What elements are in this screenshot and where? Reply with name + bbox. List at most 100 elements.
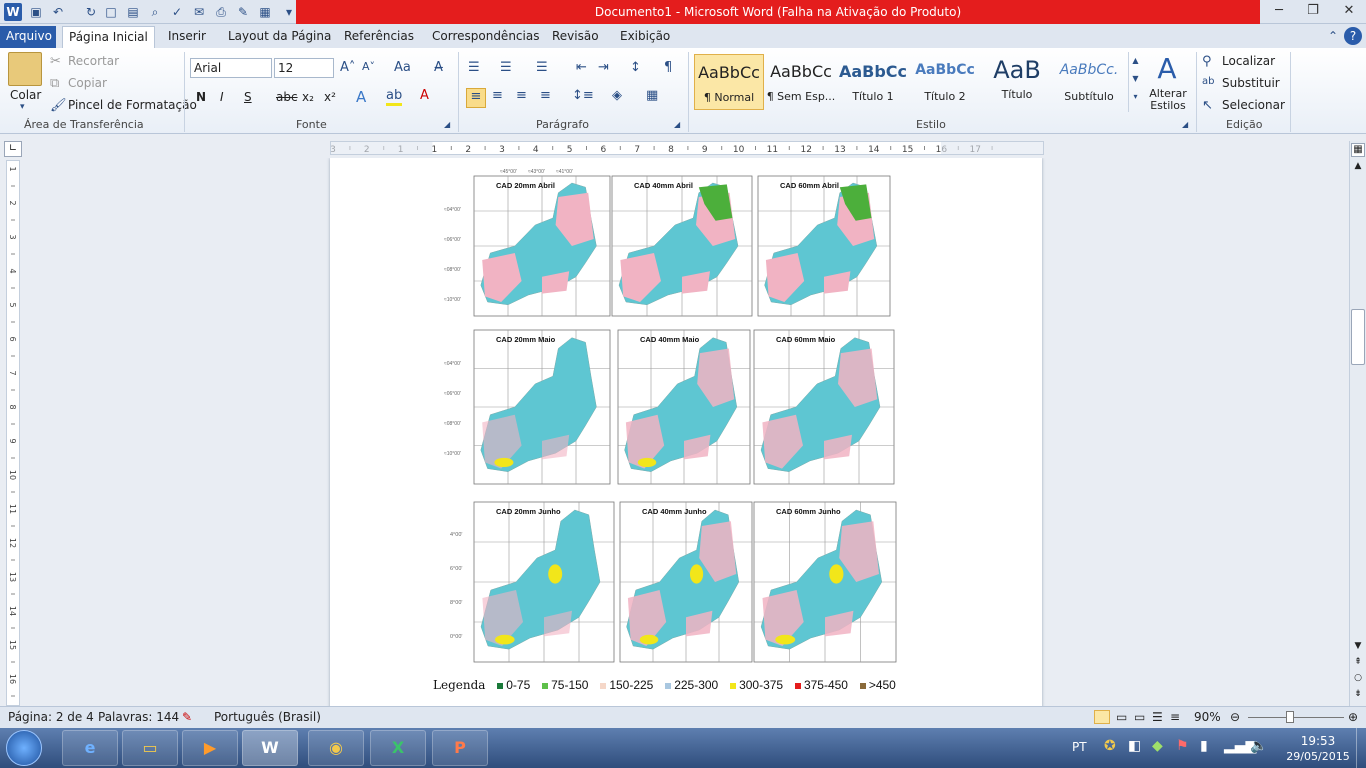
align-right-icon[interactable]: ≡ xyxy=(516,88,527,103)
shrink-font-icon[interactable]: A˅ xyxy=(362,60,375,73)
scroll-up-icon[interactable]: ▲ xyxy=(1351,161,1365,175)
decrease-indent-icon[interactable]: ⇤ xyxy=(576,60,587,75)
vertical-ruler[interactable]: 1 2 3 4 5 6 7 8 9 10 11 12 13 14 15 16 xyxy=(6,160,20,706)
spelling-icon[interactable]: ✓ xyxy=(168,3,186,21)
tab-review[interactable]: Revisão xyxy=(546,26,605,48)
tab-mailings[interactable]: Correspondências xyxy=(426,26,545,48)
show-marks-icon[interactable]: ¶ xyxy=(664,60,672,75)
align-center-icon[interactable]: ≡ xyxy=(492,88,503,103)
clear-formatting-icon[interactable]: A̶ xyxy=(434,60,443,75)
word-app-icon[interactable]: W xyxy=(4,3,22,21)
tab-view[interactable]: Exibição xyxy=(614,26,676,48)
style-normal[interactable]: AaBbCc ¶ Normal xyxy=(694,54,764,110)
line-spacing-icon[interactable]: ↕≡ xyxy=(572,88,594,103)
replace-button[interactable]: Substituir xyxy=(1222,76,1280,90)
document-area[interactable]: CAD 20mm Abril CAD 40mm Abril CAD 60mm Abr… xyxy=(22,158,1348,706)
strikethrough-button[interactable]: abc xyxy=(276,90,298,104)
collapse-ribbon-icon[interactable]: ⌃ xyxy=(1322,26,1344,48)
tray-notification-icon[interactable]: ✪ xyxy=(1104,738,1116,754)
input-language[interactable]: PT xyxy=(1072,740,1087,754)
email-icon[interactable]: ✉ xyxy=(190,3,208,21)
page-count[interactable]: Página: 2 de 4 xyxy=(8,710,94,724)
tab-file[interactable]: Arquivo xyxy=(0,26,56,48)
increase-indent-icon[interactable]: ⇥ xyxy=(598,60,609,75)
outline-icon[interactable]: ☰ xyxy=(1152,710,1163,724)
view-ruler-icon[interactable]: ▦ xyxy=(1351,143,1365,157)
font-color-icon[interactable]: A xyxy=(420,88,429,103)
font-dialog-launcher-icon[interactable]: ◢ xyxy=(444,120,450,129)
change-styles-button[interactable]: Alterar Estilos xyxy=(1148,88,1188,112)
find-button[interactable]: Localizar xyxy=(1222,54,1275,68)
new-document-icon[interactable]: □ xyxy=(102,3,120,21)
insert-picture-icon[interactable]: ▦ xyxy=(256,3,274,21)
styles-dialog-launcher-icon[interactable]: ◢ xyxy=(1182,120,1188,129)
volume-icon[interactable]: 🔈 xyxy=(1250,738,1267,754)
style-subtitle[interactable]: AaBbCc. Subtítulo xyxy=(1054,54,1124,110)
justify-icon[interactable]: ≡ xyxy=(540,88,551,103)
align-left-icon[interactable]: ≡ xyxy=(466,88,486,108)
print-preview-icon[interactable]: ⌕ xyxy=(146,3,164,21)
close-button[interactable]: ✕ xyxy=(1332,0,1366,22)
excel-icon[interactable]: X xyxy=(370,730,426,766)
style-no-spacing[interactable]: AaBbCc ¶ Sem Esp... xyxy=(766,54,836,110)
sort-icon[interactable]: ↕ xyxy=(630,60,641,75)
style-heading-2[interactable]: AaBbCc Título 2 xyxy=(910,54,980,110)
maximize-button[interactable]: ❐ xyxy=(1296,0,1330,22)
paragraph-dialog-launcher-icon[interactable]: ◢ xyxy=(674,120,680,129)
style-heading-1[interactable]: AaBbCc Título 1 xyxy=(838,54,908,110)
scroll-thumb[interactable] xyxy=(1351,309,1365,365)
maps-figure[interactable]: CAD 20mm Abril CAD 40mm Abril CAD 60mm Abr… xyxy=(440,166,900,666)
previous-page-icon[interactable]: ⇞ xyxy=(1351,657,1365,671)
format-painter-button[interactable]: Pincel de Formatação xyxy=(68,98,197,112)
tab-home[interactable]: Página Inicial xyxy=(62,26,155,48)
numbering-icon[interactable]: ☰ xyxy=(500,60,512,75)
web-layout-icon[interactable]: ▭ xyxy=(1134,710,1145,724)
bullets-icon[interactable]: ☰ xyxy=(468,60,480,75)
underline-button[interactable]: S xyxy=(244,90,252,104)
tab-selector[interactable]: ∟ xyxy=(4,141,22,157)
paste-icon[interactable] xyxy=(8,52,42,86)
tray-app-icon[interactable]: ◧ xyxy=(1128,738,1141,754)
bold-button[interactable]: N xyxy=(196,90,206,104)
proofing-icon[interactable]: ✎ xyxy=(182,710,192,724)
grow-font-icon[interactable]: A˄ xyxy=(340,60,355,75)
shading-icon[interactable]: ◈ xyxy=(612,88,622,103)
edit-icon[interactable]: ✎ xyxy=(234,3,252,21)
clock-date[interactable]: 29/05/2015 xyxy=(1282,750,1354,763)
full-screen-icon[interactable]: ▭ xyxy=(1116,710,1127,724)
change-case-icon[interactable]: Aa xyxy=(394,60,411,75)
font-name-field[interactable]: Arial xyxy=(190,58,272,78)
start-button[interactable] xyxy=(6,730,42,766)
print-icon[interactable]: ⎙ xyxy=(212,3,230,21)
tray-app-icon[interactable]: ◆ xyxy=(1152,738,1163,754)
chevron-down-icon[interactable]: ▾ xyxy=(20,102,25,112)
zoom-slider[interactable] xyxy=(1248,717,1344,718)
scroll-down-icon[interactable]: ▼ xyxy=(1351,641,1365,655)
redo-icon[interactable]: ↻ xyxy=(82,3,100,21)
font-size-field[interactable]: 12 xyxy=(274,58,334,78)
highlight-icon[interactable]: ab xyxy=(386,88,403,106)
minimize-button[interactable]: ─ xyxy=(1262,0,1296,22)
help-icon[interactable]: ? xyxy=(1344,27,1362,45)
borders-icon[interactable]: ▦ xyxy=(646,88,658,103)
next-page-icon[interactable]: ⇟ xyxy=(1351,689,1365,703)
language[interactable]: Português (Brasil) xyxy=(214,710,321,724)
select-button[interactable]: Selecionar xyxy=(1222,98,1285,112)
multilevel-list-icon[interactable]: ☰ xyxy=(536,60,548,75)
file-explorer-icon[interactable]: ▭ xyxy=(122,730,178,766)
action-center-icon[interactable]: ⚑ xyxy=(1176,738,1189,754)
horizontal-ruler[interactable]: 3211234567891011121314151617 xyxy=(330,141,1044,155)
cut-button[interactable]: Recortar xyxy=(68,54,119,68)
text-effects-icon[interactable]: A xyxy=(356,88,366,106)
print-layout-icon[interactable] xyxy=(1094,710,1110,724)
zoom-level[interactable]: 90% xyxy=(1194,710,1221,724)
document-page[interactable]: CAD 20mm Abril CAD 40mm Abril CAD 60mm Abr… xyxy=(330,158,1042,706)
power-icon[interactable]: ▮ xyxy=(1200,738,1208,754)
word-taskbar-icon[interactable]: W xyxy=(242,730,298,766)
tab-insert[interactable]: Inserir xyxy=(162,26,212,48)
media-player-icon[interactable]: ▶ xyxy=(182,730,238,766)
chrome-icon[interactable]: ◉ xyxy=(308,730,364,766)
vertical-scrollbar[interactable]: ▦ ▲ ▼ ⇞ ○ ⇟ xyxy=(1349,141,1366,706)
clock-time[interactable]: 19:53 xyxy=(1294,734,1342,748)
draft-icon[interactable]: ≡ xyxy=(1170,710,1180,724)
